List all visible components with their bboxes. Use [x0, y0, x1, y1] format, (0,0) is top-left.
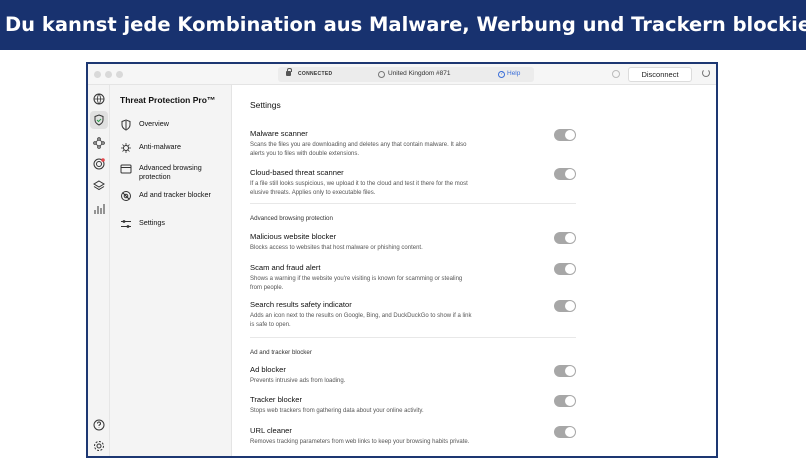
- settings-icon[interactable]: [93, 440, 105, 452]
- help-circle-icon[interactable]: ?: [498, 71, 505, 78]
- statistics-icon[interactable]: [93, 203, 105, 215]
- headline-banner: Du kannst jede Kombination aus Malware, …: [0, 0, 806, 50]
- sidebar-item-settings[interactable]: Settings: [120, 216, 230, 242]
- shield-icon[interactable]: [93, 114, 105, 126]
- setting-title: Scam and fraud alert: [250, 263, 321, 272]
- setting-tracker-blocker: Tracker blocker Stops web trackers from …: [250, 395, 580, 416]
- sidebar-title: Threat Protection Pro™: [120, 95, 216, 105]
- lock-icon: [286, 68, 292, 76]
- page-title: Settings: [250, 100, 281, 110]
- setting-search-safety-indicator: Search results safety indicator Adds an …: [250, 300, 580, 329]
- gear-icon[interactable]: [612, 70, 620, 78]
- malicious-website-blocker-toggle[interactable]: [554, 232, 576, 244]
- eye-off-icon: [121, 191, 131, 201]
- maximize-window-button[interactable]: [116, 71, 123, 78]
- setting-description: Adds an icon next to the results on Goog…: [250, 313, 472, 328]
- sidebar-item-label: Overview: [139, 119, 169, 128]
- help-link[interactable]: Help: [507, 70, 520, 77]
- tracker-blocker-toggle[interactable]: [554, 395, 576, 407]
- scam-fraud-alert-toggle[interactable]: [554, 263, 576, 275]
- setting-title: Search results safety indicator: [250, 300, 352, 309]
- setting-scam-fraud-alert: Scam and fraud alert Shows a warning if …: [250, 263, 580, 292]
- cloud-scanner-toggle[interactable]: [554, 168, 576, 180]
- malware-scanner-toggle[interactable]: [554, 129, 576, 141]
- setting-title: Ad blocker: [250, 365, 286, 374]
- settings-panel: Settings Malware scanner Scans the files…: [233, 85, 716, 456]
- divider: [250, 337, 576, 338]
- sidebar-item-label: Anti-malware: [139, 142, 181, 151]
- minimize-window-button[interactable]: [105, 71, 112, 78]
- connection-status-bar: CONNECTED United Kingdom #871 ? Help: [278, 67, 534, 82]
- sidebar-item-ad-tracker-blocker[interactable]: Ad and tracker blocker: [120, 188, 230, 214]
- section-label-ads: Ad and tracker blocker: [250, 349, 312, 356]
- sidebar-item-label: Advanced browsing protection: [139, 163, 202, 181]
- browser-icon: [120, 164, 132, 174]
- target-icon[interactable]: [93, 158, 105, 170]
- setting-title: Tracker blocker: [250, 395, 303, 404]
- icon-rail: [88, 85, 110, 456]
- sidebar-item-label: Ad and tracker blocker: [139, 190, 211, 199]
- connection-status: CONNECTED: [298, 71, 333, 77]
- mesh-network-icon[interactable]: [93, 137, 105, 149]
- disconnect-button[interactable]: Disconnect: [628, 67, 692, 82]
- title-bar: CONNECTED United Kingdom #871 ? Help Dis…: [88, 64, 716, 85]
- headline-text: Du kannst jede Kombination aus Malware, …: [5, 13, 806, 36]
- ad-blocker-toggle[interactable]: [554, 365, 576, 377]
- divider: [250, 203, 576, 204]
- setting-malware-scanner: Malware scanner Scans the files you are …: [250, 129, 580, 158]
- close-window-button[interactable]: [94, 71, 101, 78]
- setting-description: Prevents intrusive ads from loading.: [250, 378, 346, 384]
- setting-description: If a file still looks suspicious, we upl…: [250, 181, 468, 196]
- setting-title: Cloud-based threat scanner: [250, 168, 344, 177]
- globe-icon: [378, 71, 385, 78]
- app-window: CONNECTED United Kingdom #871 ? Help Dis…: [86, 62, 718, 458]
- setting-url-cleaner: URL cleaner Removes tracking parameters …: [250, 426, 580, 447]
- setting-title: URL cleaner: [250, 426, 292, 435]
- bug-icon: [121, 143, 131, 153]
- setting-description: Stops web trackers from gathering data a…: [250, 408, 424, 414]
- sliders-icon: [121, 220, 131, 228]
- sidebar-item-label: Settings: [139, 218, 165, 227]
- setting-malicious-website-blocker: Malicious website blocker Blocks access …: [250, 232, 580, 253]
- setting-cloud-scanner: Cloud-based threat scanner If a file sti…: [250, 168, 580, 197]
- setting-description: Shows a warning if the website you're vi…: [250, 276, 463, 291]
- setting-ad-blocker: Ad blocker Prevents intrusive ads from l…: [250, 365, 580, 386]
- server-name: United Kingdom #871: [388, 70, 451, 77]
- sidebar-item-advanced-browsing[interactable]: Advanced browsing protection: [120, 161, 230, 187]
- shield-icon: [121, 119, 131, 131]
- setting-title: Malicious website blocker: [250, 232, 337, 241]
- search-safety-indicator-toggle[interactable]: [554, 300, 576, 312]
- setting-description: Removes tracking parameters from web lin…: [250, 439, 470, 445]
- refresh-icon[interactable]: [702, 69, 710, 77]
- help-icon[interactable]: [93, 419, 105, 431]
- layers-icon[interactable]: [93, 180, 105, 192]
- threat-protection-sidebar: Threat Protection Pro™ Overview Anti-mal…: [110, 85, 232, 456]
- globe-icon[interactable]: [93, 93, 105, 105]
- setting-description: Scans the files you are downloading and …: [250, 142, 467, 157]
- setting-title: Malware scanner: [250, 129, 308, 138]
- section-label-browsing: Advanced browsing protection: [250, 215, 333, 222]
- setting-description: Blocks access to websites that host malw…: [250, 245, 423, 251]
- url-cleaner-toggle[interactable]: [554, 426, 576, 438]
